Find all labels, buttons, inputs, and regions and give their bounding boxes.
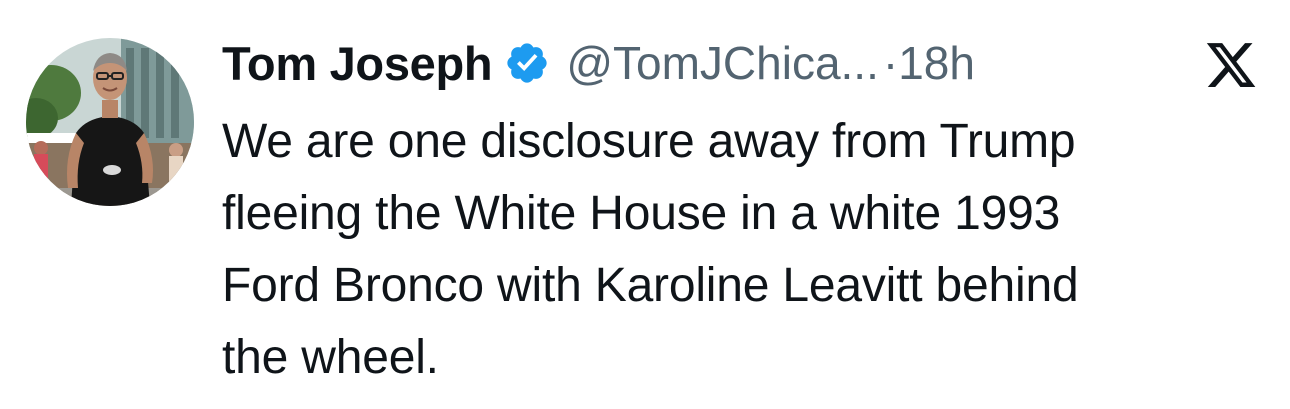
x-logo-icon[interactable]: [1204, 38, 1258, 92]
tweet-card[interactable]: Tom Joseph @TomJChica... · 18h We are on…: [0, 0, 1290, 409]
tweet-text-line: fleeing the White House in a white 1993: [222, 187, 1061, 240]
tweet-header: Tom Joseph @TomJChica... · 18h: [222, 30, 975, 96]
tweet-text-line: the wheel.: [222, 331, 439, 384]
tweet-text-line: Ford Bronco with Karoline Leavitt behind: [222, 259, 1079, 312]
profile-photo: [26, 38, 194, 206]
avatar[interactable]: [26, 38, 194, 206]
separator-dot: ·: [882, 37, 899, 89]
tweet-text-line: We are one disclosure away from Trump: [222, 115, 1076, 168]
timestamp[interactable]: 18h: [898, 36, 975, 90]
verified-badge-icon[interactable]: [504, 39, 552, 87]
tweet-text: We are one disclosure away from Trump fl…: [222, 106, 1272, 394]
display-name[interactable]: Tom Joseph: [222, 36, 493, 91]
user-handle[interactable]: @TomJChica...: [566, 36, 879, 90]
